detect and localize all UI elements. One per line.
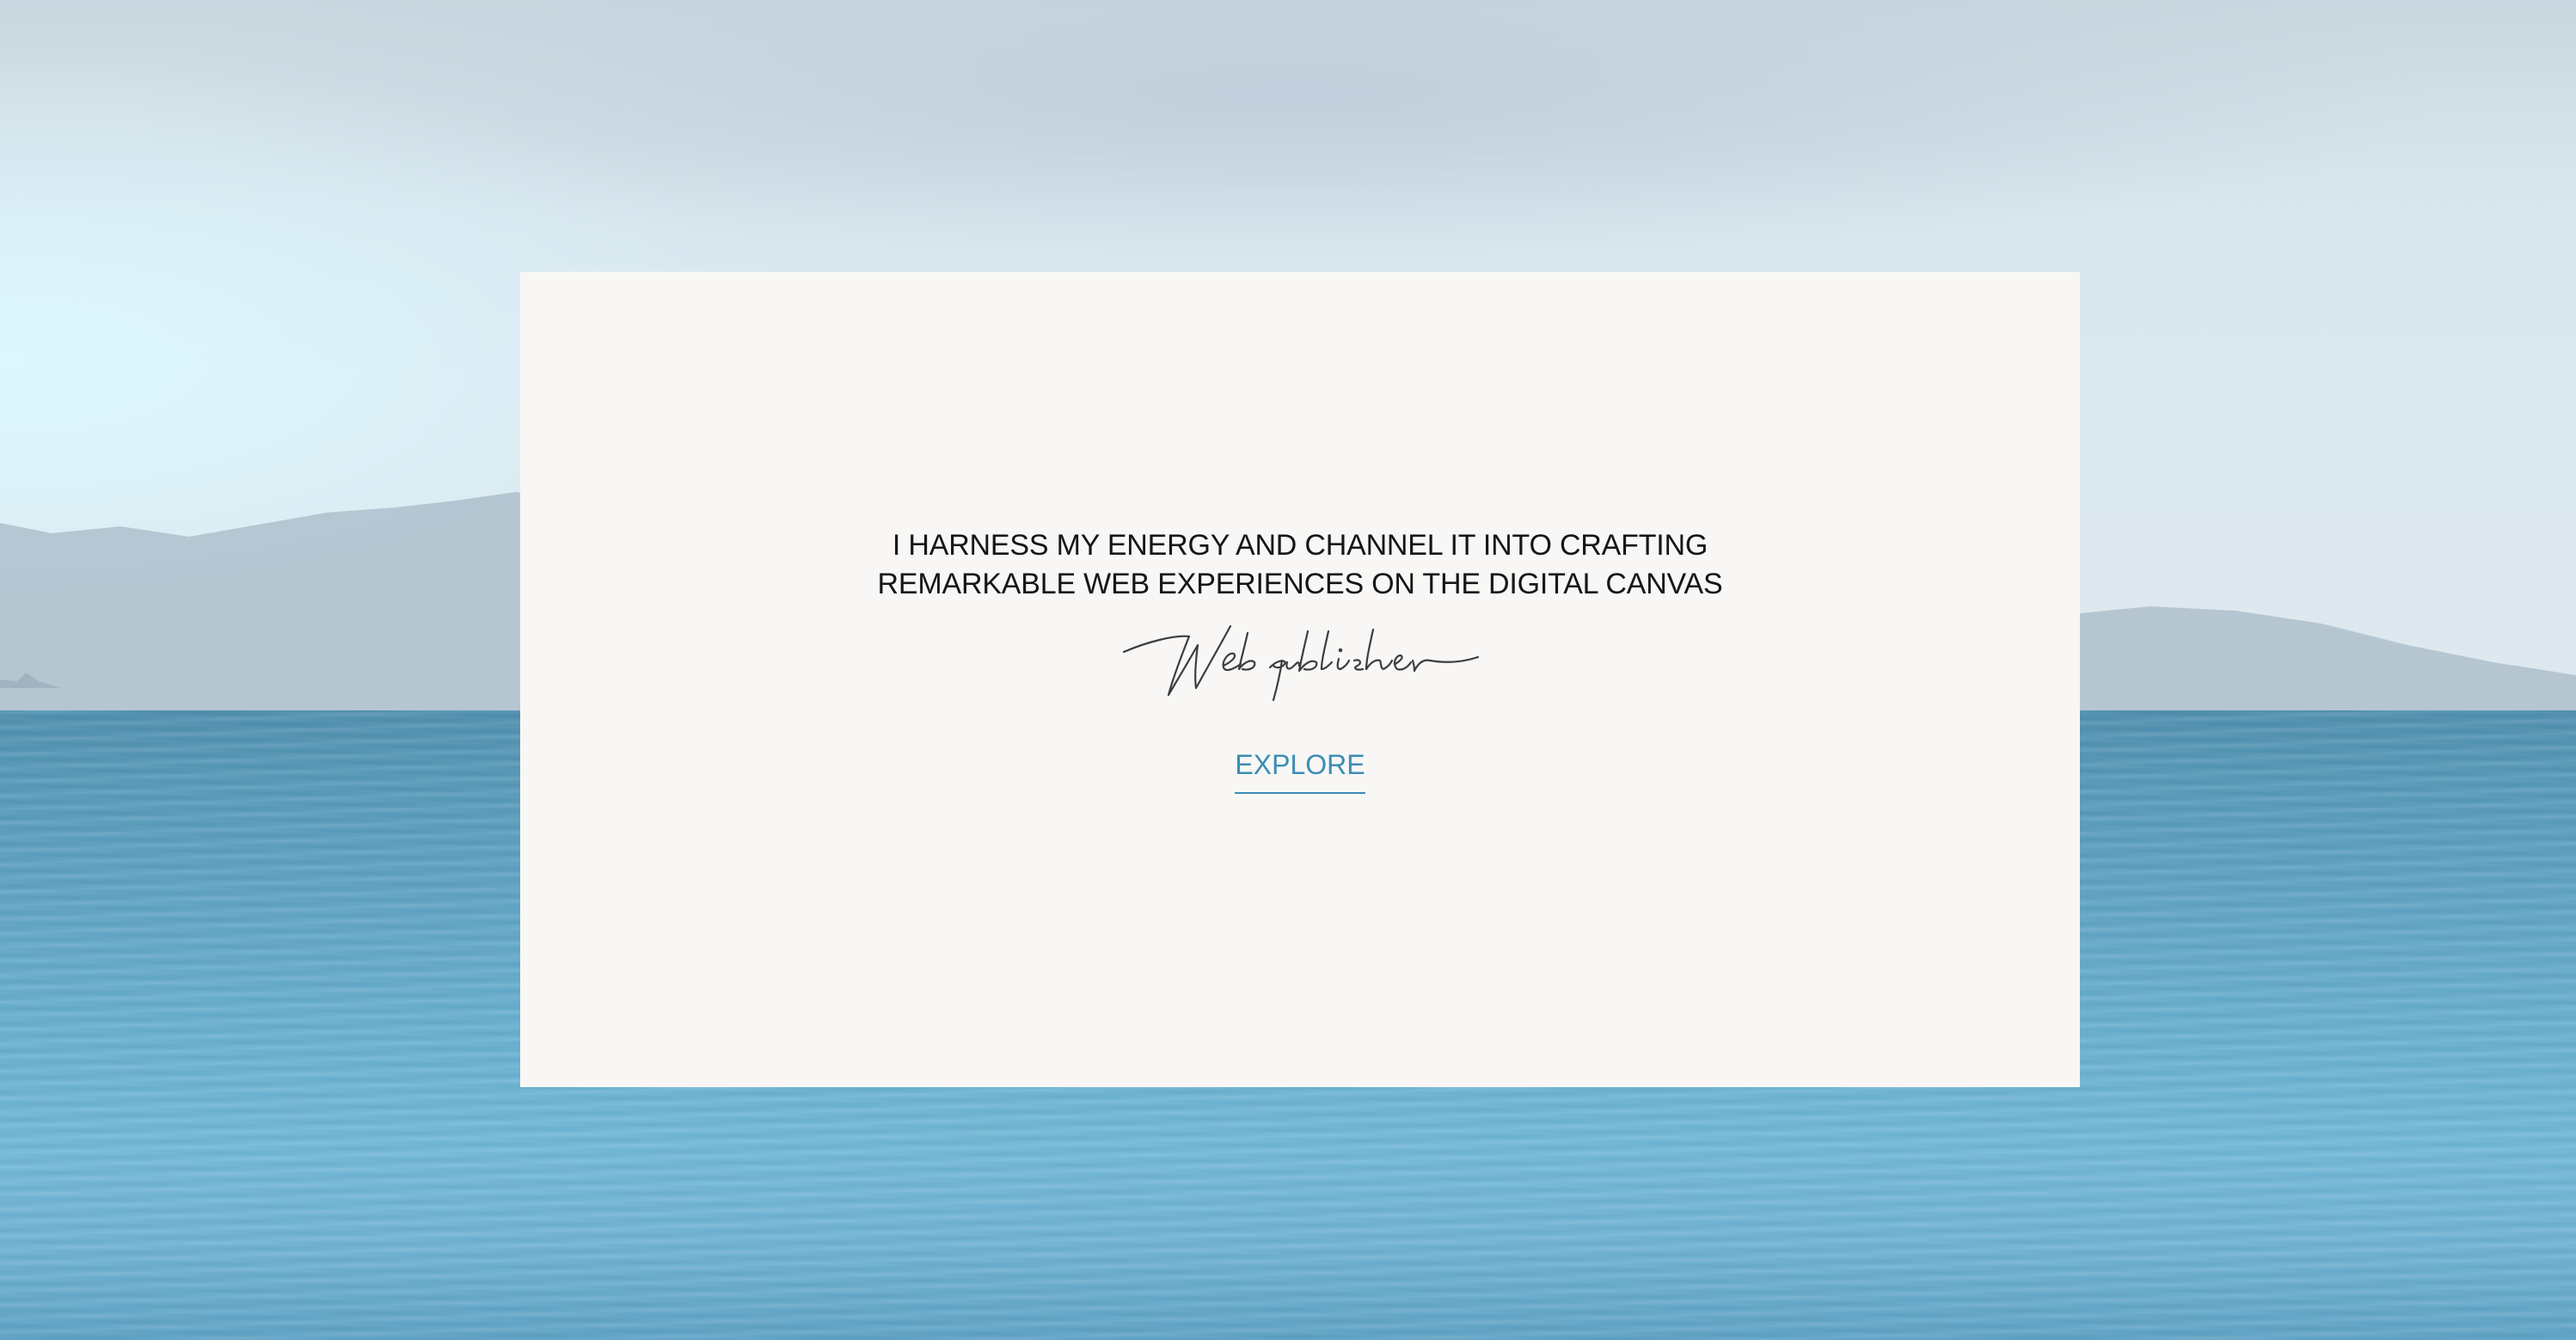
hero-card: I HARNESS MY ENERGY AND CHANNEL IT INTO … [520, 272, 2080, 1087]
explore-cta-wrapper: EXPLORE [520, 747, 2080, 794]
tagline-line-2: REMARKABLE WEB EXPERIENCES ON THE DIGITA… [877, 568, 1723, 600]
tagline-line-1: I HARNESS MY ENERGY AND CHANNEL IT INTO … [892, 529, 1708, 562]
signature-web-publisher [1122, 624, 1480, 702]
hero-tagline: I HARNESS MY ENERGY AND CHANNEL IT INTO … [520, 526, 2080, 604]
explore-button[interactable]: EXPLORE [1235, 747, 1365, 794]
